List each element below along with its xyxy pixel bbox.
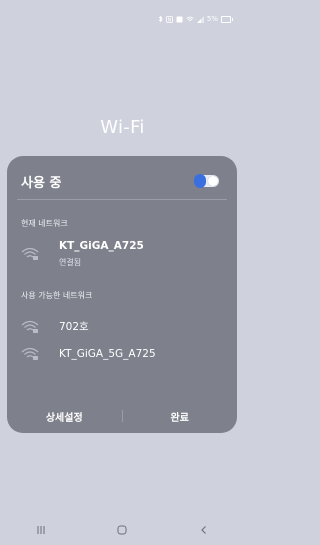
divider bbox=[17, 199, 227, 200]
current-network-name: KT_GiGA_A725 bbox=[59, 240, 144, 252]
advanced-settings-button[interactable]: 상세설정 bbox=[7, 409, 122, 424]
status-bar: N 5% bbox=[158, 15, 233, 23]
signal-icon bbox=[196, 15, 204, 23]
network-name: KT_GiGA_5G_A725 bbox=[59, 348, 156, 360]
wifi-lock-icon bbox=[21, 247, 39, 261]
current-network-label: 현재 네트워크 bbox=[21, 219, 68, 228]
wifi-icon bbox=[186, 16, 194, 23]
wifi-panel: 사용 중 현재 네트워크 KT_GiGA_A725 연결됨 사용 가능한 네트워… bbox=[7, 156, 237, 433]
panel-footer: 상세설정 완료 bbox=[7, 406, 237, 426]
battery-percent: 5% bbox=[206, 15, 218, 23]
toggle-knob bbox=[208, 176, 218, 186]
bluetooth-icon bbox=[158, 15, 163, 23]
wifi-toggle[interactable] bbox=[194, 174, 219, 188]
current-network-item[interactable]: KT_GiGA_A725 연결됨 bbox=[21, 240, 223, 268]
network-item[interactable]: KT_GiGA_5G_A725 bbox=[21, 347, 223, 361]
svg-text:N: N bbox=[168, 17, 172, 23]
page-title: Wi-Fi bbox=[100, 117, 145, 138]
current-network-text: KT_GiGA_A725 연결됨 bbox=[59, 240, 144, 268]
battery-icon bbox=[221, 15, 233, 23]
navigation-bar bbox=[0, 523, 245, 537]
home-icon[interactable] bbox=[107, 523, 137, 537]
network-name: 702호 bbox=[59, 321, 89, 333]
done-button[interactable]: 완료 bbox=[123, 409, 238, 424]
panel-header: 사용 중 bbox=[21, 171, 223, 191]
current-network-status: 연결됨 bbox=[59, 258, 82, 267]
back-icon[interactable] bbox=[189, 523, 219, 537]
recent-apps-icon[interactable] bbox=[26, 523, 56, 537]
data-saver-icon bbox=[176, 16, 183, 23]
panel-title: 사용 중 bbox=[21, 175, 62, 191]
wifi-lock-icon bbox=[21, 347, 39, 361]
wifi-lock-icon bbox=[21, 320, 39, 334]
network-item[interactable]: 702호 bbox=[21, 319, 223, 334]
nfc-icon: N bbox=[165, 15, 173, 23]
available-networks-label: 사용 가능한 네트워크 bbox=[21, 291, 93, 300]
